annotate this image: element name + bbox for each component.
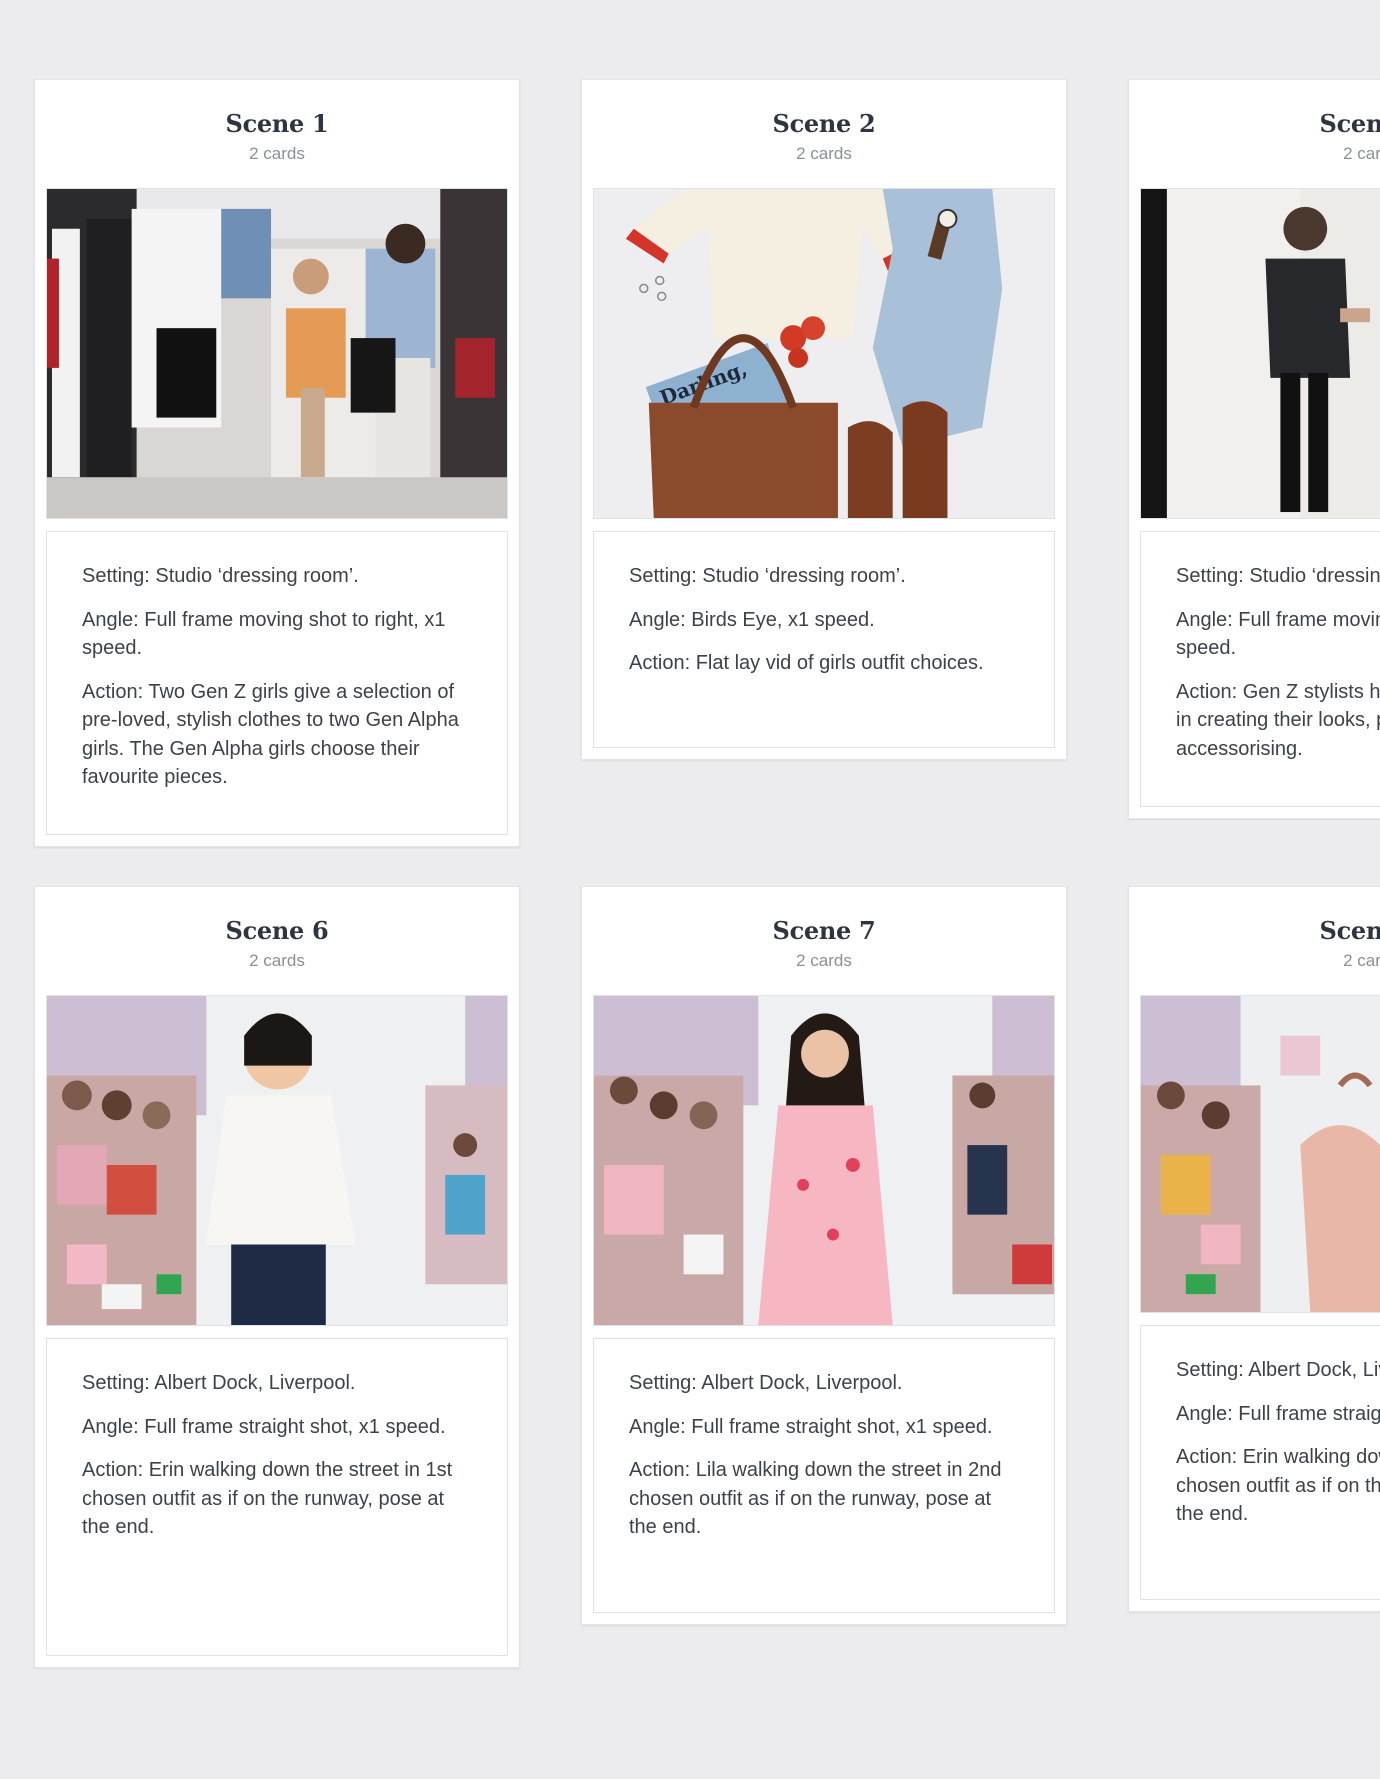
scene-notes[interactable]: Setting: Studio ‘dressing room’. Angle: …: [1140, 531, 1380, 807]
scene-card[interactable]: Scene 2 2 cards Darling, Setting: Studio…: [581, 79, 1067, 760]
action-text: Action: Two Gen Z girls give a selection…: [82, 680, 459, 789]
scene-card[interactable]: Scene 1 2 cards Setting: Studio ‘dressin…: [34, 79, 520, 847]
scene-title: Scene 1: [225, 109, 329, 138]
scene-title: Scene 2: [772, 109, 876, 138]
setting-text: Setting: Albert Dock, Liverpool.: [629, 1372, 903, 1394]
scene-notes[interactable]: Setting: Studio ‘dressing room’. Angle: …: [46, 531, 508, 835]
card-count: 2 cards: [249, 951, 305, 970]
card-count: 2 cards: [249, 144, 305, 163]
runway-pink-dress-photo: [594, 996, 1054, 1325]
scene-card[interactable]: Scene 7 2 cards Setting: Albert Dock, Li…: [581, 886, 1067, 1625]
scene-card[interactable]: Scene 8 2 cards Setting: Albert Dock, Li…: [1128, 886, 1380, 1612]
scene-header: Scene 2 2 cards: [582, 80, 1066, 188]
clothing-store-photo: [47, 189, 507, 518]
runway-heart-hands-photo: [1141, 996, 1380, 1312]
scene-image[interactable]: Darling,: [593, 188, 1055, 519]
card-count: 2 cards: [796, 951, 852, 970]
stylists-studio-photo: [1141, 189, 1380, 518]
angle-text: Angle: Birds Eye, x1 speed.: [629, 608, 875, 631]
card-count: 2 cards: [1343, 144, 1380, 163]
scene-title: Scene 3: [1319, 109, 1380, 138]
action-text: Action: Flat lay vid of girls outfit cho…: [629, 652, 984, 674]
scene-title: Scene 6: [225, 916, 329, 945]
scene-header: Scene 8 2 cards: [1129, 887, 1380, 995]
scene-notes[interactable]: Setting: Albert Dock, Liverpool. Angle: …: [46, 1338, 508, 1656]
scene-header: Scene 6 2 cards: [35, 887, 519, 995]
scene-card[interactable]: Scene 3 2 cards Setting: Studio ‘dressin…: [1128, 79, 1380, 819]
scene-image[interactable]: [46, 188, 508, 519]
setting-text: Setting: Albert Dock, Liverpool.: [82, 1372, 356, 1394]
angle-text: Angle: Full frame straight shot, x1 spee…: [82, 1415, 446, 1438]
scene-notes[interactable]: Setting: Studio ‘dressing room’. Angle: …: [593, 531, 1055, 748]
angle-text: Angle: Full frame moving shot to right, …: [82, 608, 446, 660]
scene-card[interactable]: Scene 6 2 cards Setting: Albert Dock, Li…: [34, 886, 520, 1668]
action-text: Action: Erin walking down the street in …: [1176, 1446, 1380, 1525]
setting-text: Setting: Studio ‘dressing room’.: [82, 565, 359, 587]
action-text: Action: Gen Z stylists help Gen Alpha ki…: [1176, 680, 1380, 760]
card-count: 2 cards: [1343, 951, 1380, 970]
flat-lay-photo: Darling,: [594, 189, 1054, 518]
scene-notes[interactable]: Setting: Albert Dock, Liverpool. Angle: …: [1140, 1325, 1380, 1600]
scene-header: Scene 7 2 cards: [582, 887, 1066, 995]
scene-image[interactable]: [46, 995, 508, 1326]
scene-image[interactable]: [1140, 995, 1380, 1313]
card-count: 2 cards: [796, 144, 852, 163]
angle-text: Angle: Full frame straight shot, x1 spee…: [1176, 1402, 1380, 1425]
action-text: Action: Erin walking down the street in …: [82, 1459, 453, 1538]
storyboard-canvas: Scene 1 2 cards Setting: Studio ‘dressin…: [0, 0, 1380, 1779]
angle-text: Angle: Full frame moving shot to right, …: [1176, 608, 1380, 660]
setting-text: Setting: Studio ‘dressing room’.: [1176, 565, 1380, 587]
runway-white-top-photo: [47, 996, 507, 1325]
scene-title: Scene 7: [772, 916, 876, 945]
setting-text: Setting: Studio ‘dressing room’.: [629, 565, 906, 587]
angle-text: Angle: Full frame straight shot, x1 spee…: [629, 1415, 993, 1438]
scene-notes[interactable]: Setting: Albert Dock, Liverpool. Angle: …: [593, 1338, 1055, 1613]
action-text: Action: Lila walking down the street in …: [629, 1459, 1002, 1538]
scene-header: Scene 3 2 cards: [1129, 80, 1380, 188]
scene-image[interactable]: [593, 995, 1055, 1326]
scene-header: Scene 1 2 cards: [35, 80, 519, 188]
scene-image[interactable]: [1140, 188, 1380, 519]
scene-title: Scene 8: [1319, 916, 1380, 945]
setting-text: Setting: Albert Dock, Liverpool.: [1176, 1359, 1380, 1381]
